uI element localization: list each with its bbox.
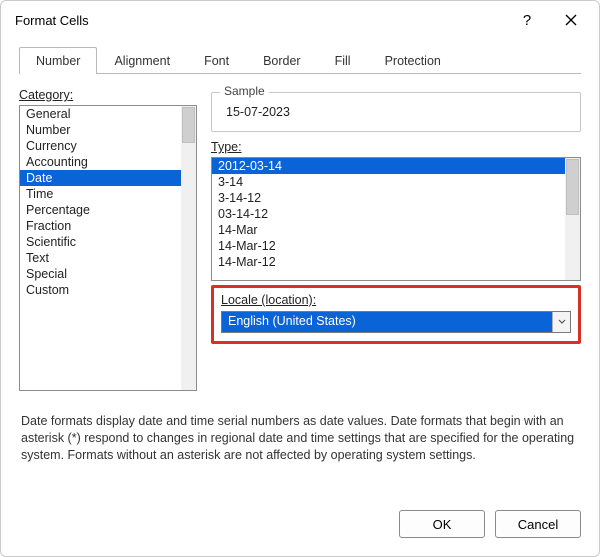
tab-content: Category: General Number Currency Accoun…	[1, 74, 599, 496]
cancel-button[interactable]: Cancel	[495, 510, 581, 538]
tab-font[interactable]: Font	[187, 47, 246, 74]
list-item[interactable]: 2012-03-14	[212, 158, 565, 174]
format-cells-dialog: Format Cells ? Number Alignment Font Bor…	[0, 0, 600, 557]
description-text: Date formats display date and time seria…	[19, 409, 581, 464]
tab-alignment[interactable]: Alignment	[97, 47, 187, 74]
list-item[interactable]: Custom	[20, 282, 181, 298]
chevron-down-icon	[558, 319, 566, 325]
list-item[interactable]: 14-Mar	[212, 222, 565, 238]
close-icon	[565, 14, 577, 26]
tab-border[interactable]: Border	[246, 47, 318, 74]
list-item[interactable]: Text	[20, 250, 181, 266]
help-button[interactable]: ?	[505, 5, 549, 35]
locale-highlight: Locale (location): English (United State…	[211, 285, 581, 344]
help-icon: ?	[523, 12, 531, 29]
tab-number[interactable]: Number	[19, 47, 97, 74]
list-item[interactable]: 14-Mar-12	[212, 254, 565, 270]
list-item[interactable]: Percentage	[20, 202, 181, 218]
list-item[interactable]: Accounting	[20, 154, 181, 170]
list-item[interactable]: Date	[20, 170, 181, 186]
ok-button[interactable]: OK	[399, 510, 485, 538]
list-item[interactable]: 14-Mar-12	[212, 238, 565, 254]
category-items: General Number Currency Accounting Date …	[20, 106, 181, 390]
type-scrollbar[interactable]	[565, 158, 580, 280]
sample-value: 15-07-2023	[226, 105, 290, 119]
titlebar: Format Cells ?	[1, 1, 599, 39]
dialog-buttons: OK Cancel	[1, 496, 599, 556]
list-item[interactable]: General	[20, 106, 181, 122]
category-scrollbar[interactable]	[181, 106, 196, 390]
type-items: 2012-03-14 3-14 3-14-12 03-14-12 14-Mar …	[212, 158, 565, 280]
scroll-thumb[interactable]	[566, 159, 579, 215]
list-item[interactable]: Scientific	[20, 234, 181, 250]
list-item[interactable]: Time	[20, 186, 181, 202]
dialog-title: Format Cells	[15, 13, 505, 28]
scroll-thumb[interactable]	[182, 107, 195, 143]
list-item[interactable]: Special	[20, 266, 181, 282]
tab-bar: Number Alignment Font Border Fill Protec…	[1, 39, 599, 74]
type-label: Type:	[211, 140, 581, 154]
sample-group: Sample 15-07-2023	[211, 92, 581, 132]
category-label: Category:	[19, 88, 197, 102]
list-item[interactable]: 3-14-12	[212, 190, 565, 206]
list-item[interactable]: Currency	[20, 138, 181, 154]
tab-fill[interactable]: Fill	[318, 47, 368, 74]
list-item[interactable]: Fraction	[20, 218, 181, 234]
locale-combobox[interactable]: English (United States)	[221, 311, 571, 333]
category-listbox[interactable]: General Number Currency Accounting Date …	[19, 105, 197, 391]
tab-underline	[19, 73, 581, 74]
locale-label: Locale (location):	[221, 293, 316, 307]
list-item[interactable]: Number	[20, 122, 181, 138]
type-listbox[interactable]: 2012-03-14 3-14 3-14-12 03-14-12 14-Mar …	[211, 157, 581, 281]
close-button[interactable]	[549, 5, 593, 35]
sample-label: Sample	[220, 84, 269, 98]
tab-protection[interactable]: Protection	[368, 47, 458, 74]
locale-dropdown-button[interactable]	[552, 312, 570, 332]
list-item[interactable]: 3-14	[212, 174, 565, 190]
locale-value: English (United States)	[222, 312, 552, 332]
list-item[interactable]: 03-14-12	[212, 206, 565, 222]
